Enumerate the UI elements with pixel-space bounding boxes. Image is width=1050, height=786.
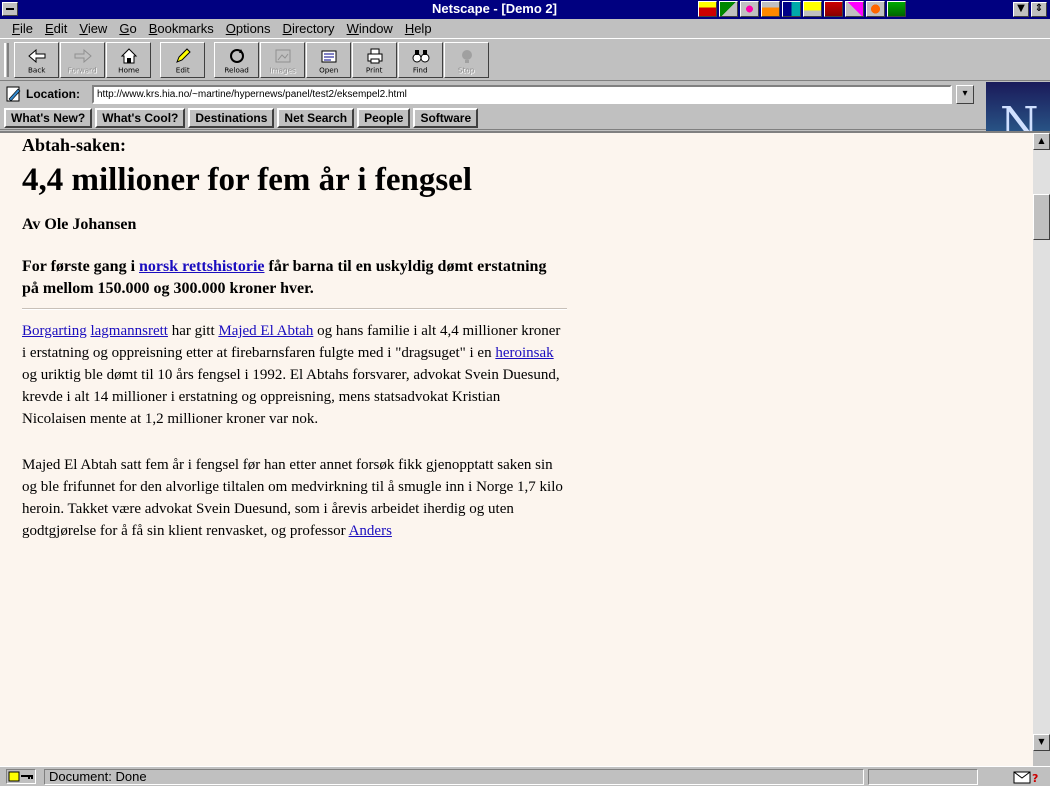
svg-text:?: ? — [1032, 772, 1038, 784]
link-heroinsak[interactable]: heroinsak — [495, 345, 553, 361]
tray-app-icon[interactable] — [719, 1, 738, 17]
scroll-up-button[interactable]: ▲ — [1033, 133, 1050, 150]
pencil-icon — [174, 48, 192, 64]
menu-view[interactable]: View — [73, 19, 113, 38]
article-byline: Av Ole Johansen — [22, 216, 137, 233]
menu-bookmarks[interactable]: Bookmarks — [143, 19, 220, 38]
software-button[interactable]: Software — [413, 108, 479, 128]
title-bar: Netscape - [Demo 2] ▼ ⇕ — [0, 0, 1050, 19]
toolbar-grip[interactable] — [4, 43, 9, 77]
article-headline: 4,4 millioner for fem år i fengsel — [22, 162, 472, 198]
back-button[interactable]: Back — [14, 42, 59, 78]
people-button[interactable]: People — [357, 108, 411, 128]
tray-app-icon[interactable] — [866, 1, 885, 17]
reload-icon — [228, 48, 246, 64]
home-icon — [120, 48, 138, 64]
url-history-dropdown[interactable]: ▾ — [956, 85, 974, 104]
app-tray — [698, 1, 906, 18]
location-bar: Location: ▾ — [0, 82, 986, 106]
menu-directory[interactable]: Directory — [277, 19, 341, 38]
article-paragraph: Majed El Abtah satt fem år i fengsel før… — [22, 457, 563, 539]
menu-go[interactable]: Go — [113, 19, 142, 38]
divider — [22, 308, 567, 310]
system-menu-icon[interactable] — [2, 2, 18, 16]
tray-app-icon[interactable] — [740, 1, 759, 17]
link-anders[interactable]: Anders — [349, 523, 392, 539]
find-button[interactable]: Find — [398, 42, 443, 78]
scroll-down-button[interactable]: ▼ — [1033, 734, 1050, 751]
menu-options[interactable]: Options — [220, 19, 277, 38]
printer-icon — [366, 48, 384, 64]
article: Abtah-saken: 4,4 millioner for fem år i … — [22, 133, 567, 542]
whats-cool-button[interactable]: What's Cool? — [95, 108, 186, 128]
article-lead: For første gang i norsk rettshistorie få… — [22, 258, 547, 297]
stop-icon — [458, 48, 476, 64]
back-arrow-icon — [27, 48, 46, 64]
stop-button[interactable]: Stop — [444, 42, 489, 78]
reload-button[interactable]: Reload — [214, 42, 259, 78]
scroll-thumb[interactable] — [1033, 194, 1050, 240]
directory-bar: What's New? What's Cool? Destinations Ne… — [0, 106, 986, 130]
tray-app-icon[interactable] — [761, 1, 780, 17]
menu-edit[interactable]: Edit — [39, 19, 73, 38]
images-icon — [274, 48, 292, 64]
menu-window[interactable]: Window — [341, 19, 399, 38]
net-search-button[interactable]: Net Search — [277, 108, 355, 128]
tray-app-icon[interactable] — [845, 1, 864, 17]
url-input[interactable] — [92, 85, 952, 104]
whats-new-button[interactable]: What's New? — [4, 108, 93, 128]
mail-icon[interactable]: ? — [1012, 770, 1040, 785]
print-button[interactable]: Print — [352, 42, 397, 78]
menu-bar: File Edit View Go Bookmarks Options Dire… — [0, 19, 1050, 38]
vertical-scrollbar[interactable]: ▲ ▼ — [1033, 131, 1050, 766]
scroll-track[interactable] — [1033, 150, 1050, 734]
tray-app-icon[interactable] — [803, 1, 822, 17]
link-borgarting[interactable]: Borgarting — [22, 323, 87, 339]
progress-indicator — [868, 769, 978, 785]
security-key-icon[interactable] — [6, 769, 36, 784]
navigation-toolbar: Back Forward Home Edit Reload Images Ope… — [0, 38, 1050, 81]
tray-app-icon[interactable] — [887, 1, 906, 17]
tray-app-icon[interactable] — [824, 1, 843, 17]
binoculars-icon — [412, 48, 430, 64]
open-icon — [320, 48, 338, 64]
status-bar: Document: Done ? — [0, 766, 1050, 786]
forward-button[interactable]: Forward — [60, 42, 105, 78]
edit-button[interactable]: Edit — [160, 42, 205, 78]
restore-button[interactable]: ⇕ — [1031, 2, 1047, 17]
article-paragraph: Borgarting lagmannsrett har gitt Majed E… — [22, 323, 561, 427]
menu-file[interactable]: File — [6, 19, 39, 38]
article-kicker: Abtah-saken: — [22, 135, 127, 155]
page-content: Abtah-saken: 4,4 millioner for fem år i … — [0, 131, 1033, 766]
tray-app-icon[interactable] — [782, 1, 801, 17]
location-label: Location: — [26, 87, 80, 101]
link-majed-el-abtah[interactable]: Majed El Abtah — [218, 323, 313, 339]
images-button[interactable]: Images — [260, 42, 305, 78]
link-norsk-rettshistorie[interactable]: norsk rettshistorie — [139, 258, 264, 275]
destinations-button[interactable]: Destinations — [188, 108, 275, 128]
status-text: Document: Done — [44, 769, 864, 785]
window-title: Netscape - [Demo 2] — [432, 1, 557, 16]
forward-arrow-icon — [74, 48, 92, 64]
home-button[interactable]: Home — [106, 42, 151, 78]
page-proxy-icon[interactable] — [6, 86, 22, 102]
minimize-button[interactable]: ▼ — [1013, 2, 1029, 17]
tray-app-icon[interactable] — [698, 1, 717, 17]
open-button[interactable]: Open — [306, 42, 351, 78]
link-lagmannsrett[interactable]: lagmannsrett — [90, 323, 167, 339]
menu-help[interactable]: Help — [399, 19, 438, 38]
